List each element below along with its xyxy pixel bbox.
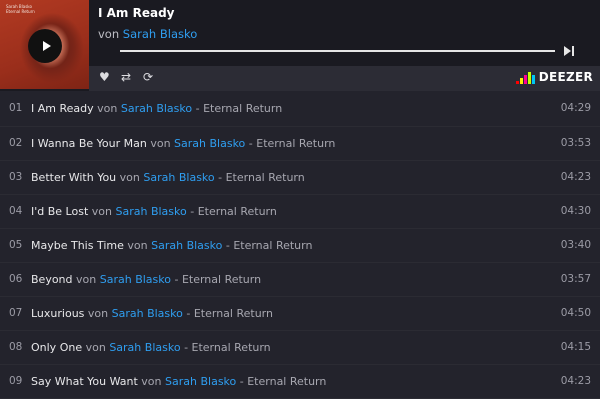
deezer-logo[interactable]: DEEZER [515,70,593,84]
track-artist-link[interactable]: Sarah Blasko [112,307,183,320]
track-row[interactable]: 07 Luxurious von Sarah Blasko - Eternal R… [0,297,600,331]
album-cover[interactable]: Sarah Blasko Eternal Return [0,0,89,89]
by-label: von [85,341,106,354]
track-duration: 04:15 [560,341,591,353]
track-title[interactable]: Luxurious [31,307,84,320]
track-info: Luxurious von Sarah Blasko - Eternal Ret… [31,297,273,330]
controls-bar: ♥ ⇄ ⟳ DEEZER [89,66,600,91]
track-row[interactable]: 01 I Am Ready von Sarah Blasko - Eternal … [0,91,600,127]
track-album[interactable]: - Eternal Return [186,307,273,320]
now-playing-artist-line: von Sarah Blasko [98,27,197,41]
track-info: I'd Be Lost von Sarah Blasko - Eternal R… [31,195,277,228]
track-artist-link[interactable]: Sarah Blasko [174,137,245,150]
progress-bar[interactable] [120,50,555,52]
heart-icon[interactable]: ♥ [99,70,110,84]
track-album[interactable]: - Eternal Return [249,137,336,150]
track-title[interactable]: Only One [31,341,82,354]
track-info: I Am Ready von Sarah Blasko - Eternal Re… [31,91,282,126]
by-label: von [150,137,171,150]
track-artist-link[interactable]: Sarah Blasko [100,273,171,286]
now-playing-title: I Am Ready [98,6,175,20]
track-row[interactable]: 03 Better With You von Sarah Blasko - Ete… [0,161,600,195]
track-title[interactable]: I Wanna Be Your Man [31,137,147,150]
by-label: von [127,239,148,252]
track-number: 01 [9,102,23,114]
by-label: von [87,307,109,320]
track-title[interactable]: Maybe This Time [31,239,124,252]
track-info: Maybe This Time von Sarah Blasko - Etern… [31,229,312,262]
track-title[interactable]: I'd Be Lost [31,205,88,218]
repeat-icon[interactable]: ⟳ [143,70,153,84]
track-info: Say What You Want von Sarah Blasko - Ete… [31,365,326,398]
track-info: Beyond von Sarah Blasko - Eternal Return [31,263,261,296]
track-duration: 04:50 [560,307,591,319]
track-artist-link[interactable]: Sarah Blasko [151,239,222,252]
deezer-equalizer-icon [515,72,535,84]
track-number: 03 [9,171,23,183]
track-number: 07 [9,307,23,319]
track-album[interactable]: - Eternal Return [226,239,313,252]
track-number: 04 [9,205,23,217]
track-row[interactable]: 04 I'd Be Lost von Sarah Blasko - Eternal… [0,195,600,229]
track-title[interactable]: Better With You [31,171,116,184]
next-icon [564,46,571,56]
track-number: 06 [9,273,23,285]
by-label: von [97,102,118,115]
deezer-wordmark: DEEZER [538,70,593,84]
track-row[interactable]: 09 Say What You Want von Sarah Blasko - E… [0,365,600,399]
player-header: Sarah Blasko Eternal Return I Am Ready v… [0,0,600,91]
track-album[interactable]: - Eternal Return [184,341,271,354]
track-number: 05 [9,239,23,251]
by-label: von [91,205,112,218]
track-info: I Wanna Be Your Man von Sarah Blasko - E… [31,127,335,160]
track-duration: 03:57 [560,273,591,285]
track-duration: 04:29 [560,102,591,114]
track-title[interactable]: Say What You Want [31,375,138,388]
track-info: Only One von Sarah Blasko - Eternal Retu… [31,331,271,364]
track-row[interactable]: 02 I Wanna Be Your Man von Sarah Blasko -… [0,127,600,161]
cover-caption: Sarah Blasko Eternal Return [6,4,35,14]
track-row[interactable]: 05 Maybe This Time von Sarah Blasko - Ete… [0,229,600,263]
track-number: 08 [9,341,23,353]
track-artist-link[interactable]: Sarah Blasko [121,102,192,115]
track-artist-link[interactable]: Sarah Blasko [165,375,236,388]
track-artist-link[interactable]: Sarah Blasko [109,341,180,354]
track-title[interactable]: Beyond [31,273,73,286]
track-duration: 03:53 [560,137,591,149]
track-duration: 04:23 [560,375,591,387]
by-label: von [141,375,162,388]
shuffle-icon[interactable]: ⇄ [121,70,131,84]
play-button[interactable] [28,29,62,63]
track-number: 09 [9,375,23,387]
track-duration: 04:30 [560,205,591,217]
by-label: von [76,273,97,286]
track-artist-link[interactable]: Sarah Blasko [116,205,187,218]
track-album[interactable]: - Eternal Return [174,273,261,286]
track-album[interactable]: - Eternal Return [218,171,305,184]
by-label: von [119,171,140,184]
track-list: 01 I Am Ready von Sarah Blasko - Eternal … [0,91,600,399]
track-title[interactable]: I Am Ready [31,102,94,115]
track-info: Better With You von Sarah Blasko - Etern… [31,161,305,194]
track-album[interactable]: - Eternal Return [240,375,327,388]
track-duration: 04:23 [560,171,591,183]
track-row[interactable]: 08 Only One von Sarah Blasko - Eternal Re… [0,331,600,365]
track-number: 02 [9,137,23,149]
track-row[interactable]: 06 Beyond von Sarah Blasko - Eternal Retu… [0,263,600,297]
track-duration: 03:40 [560,239,591,251]
next-button[interactable] [564,45,576,57]
now-playing-artist-link[interactable]: Sarah Blasko [123,27,197,41]
cover-album-text: Eternal Return [6,9,35,14]
track-album[interactable]: - Eternal Return [196,102,283,115]
track-album[interactable]: - Eternal Return [190,205,277,218]
by-label: von [98,27,120,41]
track-artist-link[interactable]: Sarah Blasko [143,171,214,184]
play-icon [42,41,51,51]
